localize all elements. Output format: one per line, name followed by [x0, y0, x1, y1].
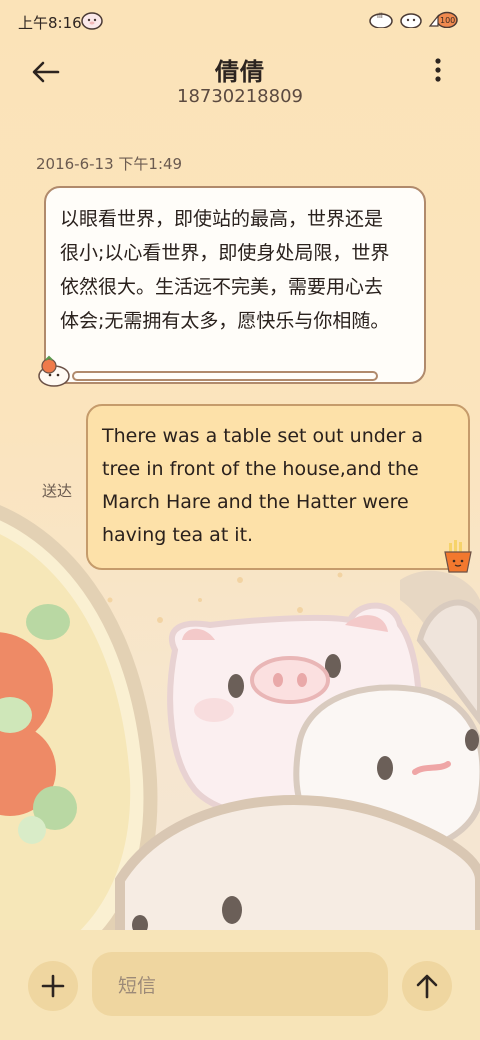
status-bar: 上午8:16 ıll 100 [0, 0, 480, 42]
contact-phone-number: 18730218809 [177, 86, 303, 107]
tomato-bunny-sticker-icon [38, 355, 70, 387]
plus-icon [41, 974, 65, 998]
arrow-up-icon [416, 974, 438, 999]
contact-name[interactable]: 倩倩 [0, 52, 480, 87]
delivery-status: 送达 [42, 482, 73, 500]
battery-icon: 100 [428, 11, 458, 28]
incoming-message-bubble[interactable]: 以眼看世界，即使站的最高，世界还是很小;以心看世界，即使身处局限，世界依然很大。… [44, 186, 426, 384]
send-button[interactable] [402, 961, 452, 1011]
bubble-scroll-decoration [72, 371, 378, 381]
status-sticker-icon [81, 12, 103, 30]
message-timestamp: 2016-6-13 下午1:49 [36, 155, 183, 173]
message-input[interactable]: 短信 [92, 952, 388, 1016]
svg-text:100: 100 [440, 16, 455, 25]
status-icons: ıll 100 [368, 10, 458, 28]
message-input-placeholder: 短信 [118, 974, 157, 997]
signal-icon: ıll [369, 12, 393, 28]
fries-sticker-icon [444, 540, 472, 573]
status-time: 上午8:16 [18, 14, 82, 32]
add-attachment-button[interactable] [28, 961, 78, 1011]
message-composer: 短信 [0, 930, 480, 1040]
svg-text:ıll: ıll [377, 12, 383, 20]
more-vert-icon [435, 58, 441, 82]
outgoing-message-bubble[interactable]: There was a table set out under a tree i… [86, 404, 470, 570]
incoming-message-text: 以眼看世界，即使站的最高，世界还是很小;以心看世界，即使身处局限，世界依然很大。… [60, 208, 390, 332]
more-options-button[interactable] [426, 56, 450, 84]
wifi-icon [400, 13, 422, 28]
conversation-header: 倩倩 18730218809 [0, 42, 480, 118]
outgoing-message-text: There was a table set out under a tree i… [102, 425, 423, 546]
